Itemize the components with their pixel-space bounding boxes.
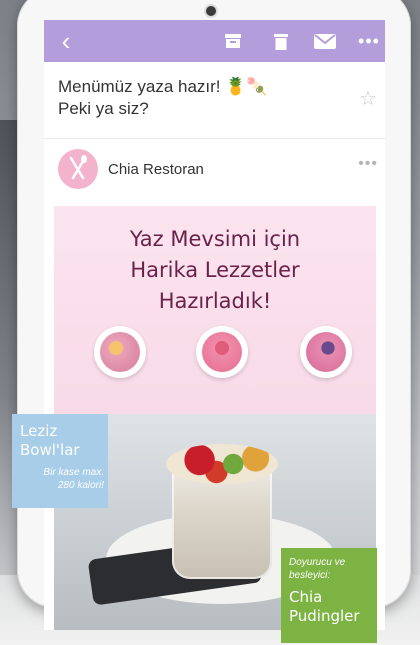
more-icon[interactable]: •••	[358, 20, 380, 62]
bowls-label-title: Leziz Bowl'lar	[20, 422, 80, 459]
sender-name[interactable]: Chia Restoran	[108, 161, 204, 178]
email-screen: ‹ ••• Menümüz yaza hazır! 🍍🍡 Peki ya siz…	[44, 20, 385, 630]
smoothie-bowl-image	[196, 326, 248, 378]
sender-row: Chia Restoran •••	[58, 149, 378, 191]
fork-spoon-icon	[69, 155, 87, 180]
pudding-label-title: Chia Pudingler	[289, 588, 360, 625]
headline-line-2: Harika Lezzetler	[130, 258, 300, 282]
bowls-label: Leziz Bowl'lar Bir kase max. 280 kalori!	[12, 414, 108, 508]
divider	[44, 138, 385, 139]
back-icon[interactable]: ‹	[54, 20, 78, 62]
banner-headline: Yaz Mevsimi için Harika Lezzetler Hazırl…	[54, 224, 376, 317]
email-subject: Menümüz yaza hazır! 🍍🍡 Peki ya siz?	[58, 76, 328, 120]
trash-icon[interactable]	[270, 20, 292, 62]
tablet-frame: ‹ ••• Menümüz yaza hazır! 🍍🍡 Peki ya siz…	[17, 0, 411, 630]
headline-line-3: Hazırladık!	[158, 289, 272, 313]
sender-more-icon[interactable]: •••	[358, 155, 378, 173]
headline-line-1: Yaz Mevsimi için	[129, 227, 301, 251]
smoothie-bowl-image	[300, 326, 352, 378]
pudding-label: Doyurucu ve besleyici: Chia Pudingler	[281, 548, 377, 643]
pudding-label-note: Doyurucu ve besleyici:	[289, 557, 346, 581]
subject-line-1: Menümüz yaza hazır! 🍍🍡	[58, 77, 268, 96]
avatar[interactable]	[58, 149, 98, 189]
archive-icon[interactable]	[222, 20, 244, 62]
mail-icon[interactable]	[312, 20, 338, 62]
bowls-label-note: Bir kase max. 280 kalori!	[43, 467, 104, 491]
email-toolbar: ‹ •••	[44, 20, 385, 62]
star-icon[interactable]: ☆	[359, 86, 377, 111]
camera-icon	[206, 6, 216, 16]
smoothie-bowl-image	[94, 326, 146, 378]
subject-line-2: Peki ya siz?	[58, 99, 149, 118]
